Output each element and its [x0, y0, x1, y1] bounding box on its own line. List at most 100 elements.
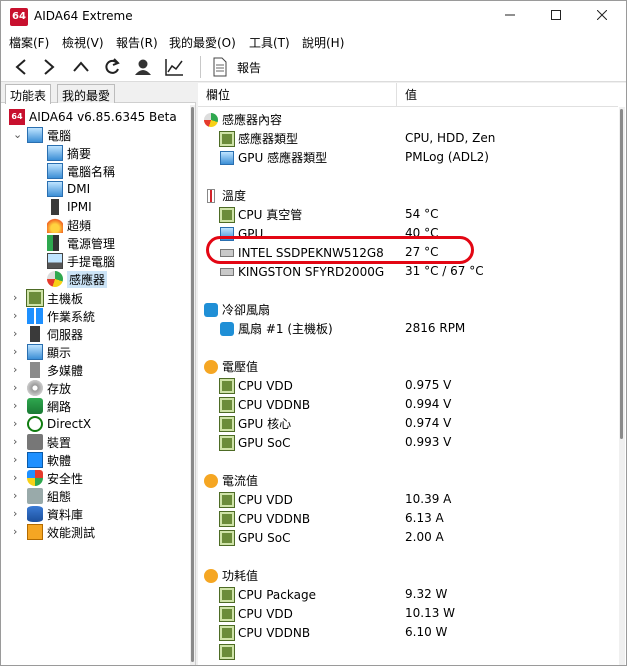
details-scrollbar-thumb[interactable] — [620, 109, 623, 439]
list-item[interactable]: CPU VDD 10.39 A — [198, 490, 618, 509]
menu-bar: 檔案(F) 檢視(V) 報告(R) 我的最愛(O) 工具(T) 說明(H) — [1, 32, 626, 52]
tree-item-database[interactable]: 資料庫 — [27, 505, 83, 523]
list-item[interactable]: CPU VDDNB 6.13 A — [198, 509, 618, 528]
window-title: AIDA64 Extreme — [34, 9, 133, 23]
chevron-right-icon[interactable]: › — [13, 505, 23, 523]
menu-view[interactable]: 檢視(V) — [62, 34, 104, 51]
tree-item-software[interactable]: 軟體 — [27, 451, 71, 469]
list-item[interactable]: CPU VDDNB 0.994 V — [198, 395, 618, 414]
column-header-value[interactable]: 值 — [397, 83, 618, 107]
tree-item-storage[interactable]: 存放 — [27, 379, 71, 397]
menu-favorites[interactable]: 我的最愛(O) — [169, 34, 236, 51]
list-item[interactable]: CPU VDD 10.13 W — [198, 604, 618, 623]
chevron-right-icon[interactable]: › — [13, 433, 23, 451]
chevron-right-icon[interactable]: › — [13, 469, 23, 487]
tree-item-computer[interactable]: 電腦 — [27, 126, 71, 144]
report-label[interactable]: 報告 — [237, 59, 261, 76]
up-button[interactable] — [67, 54, 95, 80]
chip-icon — [219, 624, 235, 641]
chevron-right-icon[interactable]: › — [13, 451, 23, 469]
list-item[interactable]: GPU 感應器類型 PMLog (ADL2) — [198, 148, 618, 167]
tree-item-computer-name[interactable]: 電腦名稱 — [47, 162, 115, 180]
nav-scrollbar[interactable] — [190, 105, 195, 665]
chevron-right-icon[interactable]: › — [13, 523, 23, 541]
motherboard-icon — [26, 289, 44, 307]
nav-tabs: 功能表 我的最愛 — [1, 83, 196, 104]
section-current[interactable]: 電流值 — [198, 471, 618, 490]
nav-scrollbar-thumb[interactable] — [191, 107, 194, 662]
close-icon — [596, 9, 608, 21]
windows-icon — [27, 308, 43, 324]
list-item[interactable]: 風扇 #1 (主機板) 2816 RPM — [198, 319, 618, 338]
chevron-right-icon[interactable]: › — [13, 325, 23, 343]
tree-item-devices[interactable]: 裝置 — [27, 433, 71, 451]
user-button[interactable] — [129, 54, 157, 80]
chevron-down-icon[interactable]: ⌄ — [13, 126, 23, 144]
chevron-right-icon[interactable]: › — [13, 343, 23, 361]
list-item[interactable]: CPU VDDNB 6.10 W — [198, 623, 618, 642]
tree-item-directx[interactable]: DirectX — [27, 415, 91, 433]
tree-item-power-management[interactable]: 電源管理 — [47, 234, 115, 252]
list-item[interactable]: CPU Package 9.32 W — [198, 585, 618, 604]
toolbar-separator — [200, 56, 201, 78]
forward-button[interactable] — [35, 54, 63, 80]
chevron-right-icon[interactable]: › — [13, 307, 23, 325]
section-voltage[interactable]: 電壓值 — [198, 357, 618, 376]
tab-favorites[interactable]: 我的最愛 — [57, 84, 116, 103]
list-item[interactable]: CPU VDD 0.975 V — [198, 376, 618, 395]
section-sensor-properties[interactable]: 感應器內容 — [198, 110, 618, 129]
lightning-icon — [204, 359, 218, 374]
column-header-field[interactable]: 欄位 — [198, 83, 397, 107]
tree-item-dmi[interactable]: DMI — [47, 180, 90, 198]
chip-icon — [219, 491, 235, 508]
list-item[interactable]: 感應器類型 CPU, HDD, Zen — [198, 129, 618, 148]
chevron-right-icon[interactable]: › — [13, 487, 23, 505]
tree-item-laptop[interactable]: 手提電腦 — [47, 252, 115, 270]
list-item[interactable]: KINGSTON SFYRD2000G 31 °C / 67 °C — [198, 262, 618, 281]
refresh-button[interactable] — [98, 54, 126, 80]
section-temperature[interactable]: 溫度 — [198, 186, 618, 205]
chart-button[interactable] — [160, 54, 188, 80]
tree-item-summary[interactable]: 摘要 — [47, 144, 91, 162]
tree-item-overclock[interactable]: 超頻 — [47, 216, 91, 234]
server-icon — [30, 326, 40, 342]
tree-root[interactable]: 64 AIDA64 v6.85.6345 Beta — [9, 108, 177, 126]
menu-tools[interactable]: 工具(T) — [249, 34, 290, 51]
tree-item-os[interactable]: 作業系統 — [27, 307, 95, 325]
section-fans[interactable]: 冷卻風扇 — [198, 300, 618, 319]
tree-item-multimedia[interactable]: 多媒體 — [27, 361, 83, 379]
chevron-right-icon[interactable]: › — [13, 289, 23, 307]
section-power[interactable]: 功耗值 — [198, 566, 618, 585]
list-item[interactable]: CPU 真空管 54 °C — [198, 205, 618, 224]
list-item[interactable]: GPU SoC 2.00 A — [198, 528, 618, 547]
report-button[interactable] — [206, 54, 234, 80]
tree-item-sensors[interactable]: 感應器 — [47, 270, 108, 288]
chip-icon — [219, 434, 235, 451]
chevron-right-icon[interactable]: › — [13, 361, 23, 379]
tree-item-security[interactable]: 安全性 — [27, 469, 83, 487]
database-icon — [27, 506, 43, 522]
display-icon — [27, 344, 43, 360]
tree-item-server[interactable]: 伺服器 — [27, 325, 83, 343]
minimize-button[interactable] — [487, 1, 533, 32]
tree-item-config[interactable]: 組態 — [27, 487, 71, 505]
maximize-button[interactable] — [533, 1, 579, 32]
tree-item-motherboard[interactable]: 主機板 — [26, 289, 83, 307]
list-item-partial[interactable] — [198, 642, 618, 661]
close-button[interactable] — [579, 1, 625, 32]
tree-item-network[interactable]: 網路 — [27, 397, 71, 415]
menu-help[interactable]: 說明(H) — [302, 34, 344, 51]
tree-item-ipmi[interactable]: IPMI — [47, 198, 92, 216]
chevron-right-icon[interactable]: › — [13, 415, 23, 433]
chevron-right-icon[interactable]: › — [13, 397, 23, 415]
tab-menu[interactable]: 功能表 — [5, 84, 52, 104]
menu-file[interactable]: 檔案(F) — [9, 34, 49, 51]
chevron-right-icon[interactable]: › — [13, 379, 23, 397]
details-scrollbar[interactable] — [619, 107, 625, 665]
list-item[interactable]: GPU 核心 0.974 V — [198, 414, 618, 433]
menu-report[interactable]: 報告(R) — [116, 34, 158, 51]
tree-item-benchmark[interactable]: 效能測試 — [27, 523, 95, 541]
list-item[interactable]: GPU SoC 0.993 V — [198, 433, 618, 452]
tree-item-display[interactable]: 顯示 — [27, 343, 71, 361]
back-button[interactable] — [7, 54, 35, 80]
